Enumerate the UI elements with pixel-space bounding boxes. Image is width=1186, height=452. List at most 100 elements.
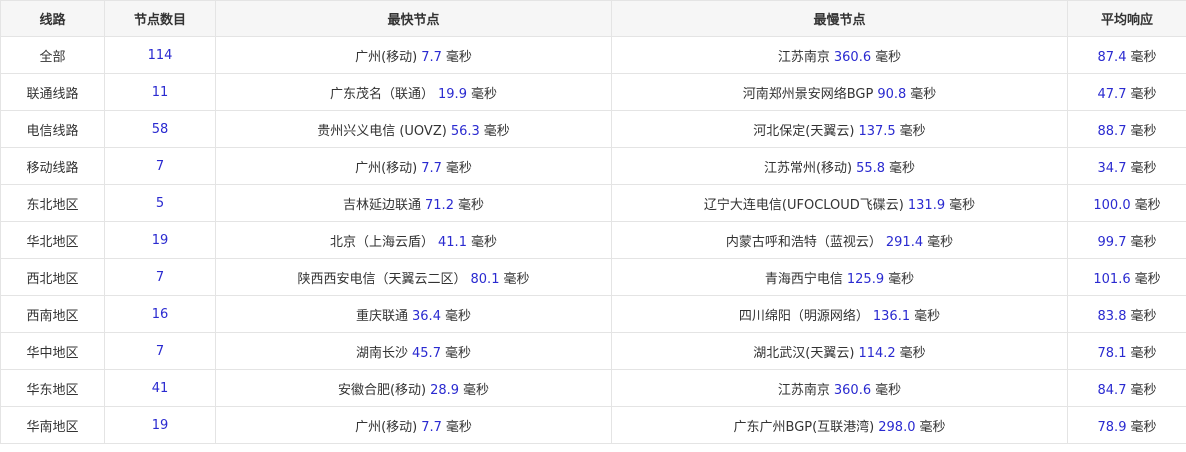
fastest-node-name: 湖南长沙 [356, 345, 409, 361]
avg-response-value: 88.7 [1097, 123, 1127, 139]
slowest-node-name: 湖北武汉(天翼云) [753, 345, 855, 361]
node-count: 7 [155, 343, 165, 359]
fastest-node-name: 安徽合肥(移动) [337, 382, 427, 398]
avg-response-cell: 88.7 毫秒 [1067, 110, 1186, 148]
fastest-node-cell: 贵州兴义电信 (UOVZ) 56.3 毫秒 [215, 110, 612, 148]
slowest-node-value: 125.9 [846, 271, 885, 287]
avg-response-unit: 毫秒 [1130, 419, 1157, 435]
fastest-node-value: 36.4 [412, 308, 441, 324]
avg-response-unit: 毫秒 [1130, 86, 1157, 102]
fastest-node-value: 41.1 [438, 234, 467, 250]
table-header: 线路 节点数目 最快节点 最慢节点 平均响应 [0, 0, 1186, 37]
slowest-node-name: 河北保定(天翼云) [753, 123, 855, 139]
fastest-node-cell: 广州(移动) 7.7 毫秒 [215, 406, 612, 444]
avg-response-value: 87.4 [1097, 49, 1127, 65]
node-count-cell: 16 [104, 295, 216, 333]
route-label: 全部 [39, 49, 66, 65]
table-row: 联通线路 11 广东茂名（联通） 19.9 毫秒 河南郑州景安网络BGP 90.8 毫秒 47.… [0, 73, 1186, 111]
route-cell: 华东地区 [0, 369, 105, 407]
avg-response-value: 78.1 [1097, 345, 1127, 361]
fastest-node-value: 19.9 [438, 86, 467, 102]
avg-response-unit: 毫秒 [1130, 308, 1157, 324]
node-count: 5 [155, 195, 165, 211]
node-count: 19 [151, 232, 169, 248]
node-count-cell: 11 [104, 73, 216, 111]
table-row: 全部 114 广州(移动) 7.7 毫秒 江苏南京 360.6 毫秒 87.4 毫秒 [0, 36, 1186, 74]
fastest-node-unit: 毫秒 [444, 345, 471, 361]
fastest-node-unit: 毫秒 [470, 234, 497, 250]
slowest-node-value: 291.4 [885, 234, 924, 250]
slowest-node-value: 137.5 [858, 123, 896, 139]
route-cell: 西南地区 [0, 295, 105, 333]
route-label: 华南地区 [26, 419, 79, 435]
fastest-node-name: 广州(移动) [355, 419, 418, 435]
node-count: 41 [151, 380, 169, 396]
fastest-node-cell: 重庆联通 36.4 毫秒 [215, 295, 612, 333]
node-count: 19 [151, 417, 169, 433]
slowest-node-cell: 青海西宁电信 125.9 毫秒 [611, 258, 1068, 296]
slowest-node-unit: 毫秒 [889, 160, 916, 176]
node-count-cell: 5 [104, 184, 216, 222]
table-row: 东北地区 5 吉林延边联通 71.2 毫秒 辽宁大连电信(UFOCLOUD飞碟云) 131.… [0, 184, 1186, 222]
header-fastest-node: 最快节点 [215, 0, 612, 37]
avg-response-value: 101.6 [1093, 271, 1131, 287]
node-count-cell: 19 [104, 221, 216, 259]
node-stats-table: 线路 节点数目 最快节点 最慢节点 平均响应 全部 114 广州(移动) 7.7 毫秒江… [0, 0, 1186, 444]
slowest-node-value: 131.9 [907, 197, 946, 213]
fastest-node-value: 71.2 [425, 197, 454, 213]
fastest-node-name: 广州(移动) [355, 49, 418, 65]
slowest-node-cell: 江苏南京 360.6 毫秒 [611, 36, 1068, 74]
fastest-node-cell: 吉林延边联通 71.2 毫秒 [215, 184, 612, 222]
header-avg-response: 平均响应 [1067, 0, 1186, 37]
route-cell: 华南地区 [0, 406, 105, 444]
slowest-node-cell: 内蒙古呼和浩特（蓝视云） 291.4 毫秒 [611, 221, 1068, 259]
fastest-node-unit: 毫秒 [457, 197, 484, 213]
avg-response-value: 83.8 [1097, 308, 1127, 324]
table-row: 华北地区 19 北京（上海云盾） 41.1 毫秒 内蒙古呼和浩特（蓝视云） 291.4 毫秒 9… [0, 221, 1186, 259]
avg-response-cell: 99.7 毫秒 [1067, 221, 1186, 259]
slowest-node-name: 青海西宁电信 [764, 271, 843, 287]
route-label: 西南地区 [26, 308, 79, 324]
slowest-node-value: 114.2 [858, 345, 896, 361]
fastest-node-value: 80.1 [470, 271, 500, 287]
header-row: 线路 节点数目 最快节点 最慢节点 平均响应 [0, 0, 1186, 37]
fastest-node-unit: 毫秒 [445, 419, 472, 435]
table-row: 华东地区 41 安徽合肥(移动) 28.9 毫秒 江苏南京 360.6 毫秒 84.7 毫秒 [0, 369, 1186, 407]
fastest-node-unit: 毫秒 [445, 49, 472, 65]
route-label: 电信线路 [26, 123, 79, 139]
avg-response-unit: 毫秒 [1130, 382, 1157, 398]
table-body: 全部 114 广州(移动) 7.7 毫秒 江苏南京 360.6 毫秒 87.4 毫秒 联通线路 11 广… [0, 36, 1186, 444]
slowest-node-cell: 广东广州BGP(互联港湾) 298.0 毫秒 [611, 406, 1068, 444]
route-cell: 西北地区 [0, 258, 105, 296]
node-count-cell: 114 [104, 36, 216, 74]
slowest-node-name: 四川绵阳（明源网络） [738, 308, 869, 324]
slowest-node-unit: 毫秒 [927, 234, 954, 250]
route-cell: 东北地区 [0, 184, 105, 222]
slowest-node-value: 360.6 [833, 382, 872, 398]
fastest-node-name: 广州(移动) [355, 160, 418, 176]
avg-response-value: 99.7 [1097, 234, 1127, 250]
avg-response-unit: 毫秒 [1130, 345, 1157, 361]
node-count: 58 [151, 121, 169, 137]
slowest-node-cell: 湖北武汉(天翼云) 114.2 毫秒 [611, 332, 1068, 370]
avg-response-cell: 83.8 毫秒 [1067, 295, 1186, 333]
slowest-node-value: 136.1 [872, 308, 911, 324]
fastest-node-value: 7.7 [421, 160, 442, 176]
fastest-node-name: 陕西西安电信（天翼云二区） [297, 271, 467, 287]
fastest-node-unit: 毫秒 [470, 86, 497, 102]
node-count-cell: 7 [104, 147, 216, 185]
node-count-cell: 7 [104, 332, 216, 370]
route-label: 华东地区 [26, 382, 79, 398]
fastest-node-cell: 广州(移动) 7.7 毫秒 [215, 147, 612, 185]
slowest-node-value: 298.0 [878, 419, 916, 435]
avg-response-cell: 101.6 毫秒 [1067, 258, 1186, 296]
avg-response-unit: 毫秒 [1130, 123, 1157, 139]
avg-response-cell: 78.1 毫秒 [1067, 332, 1186, 370]
node-count: 114 [147, 47, 173, 63]
node-count: 7 [155, 269, 165, 285]
route-label: 华中地区 [26, 345, 79, 361]
fastest-node-cell: 陕西西安电信（天翼云二区） 80.1 毫秒 [215, 258, 612, 296]
fastest-node-name: 广东茂名（联通） [330, 86, 435, 102]
fastest-node-name: 吉林延边联通 [343, 197, 422, 213]
table-row: 电信线路 58 贵州兴义电信 (UOVZ) 56.3 毫秒 河北保定(天翼云) 137.5 毫… [0, 110, 1186, 148]
